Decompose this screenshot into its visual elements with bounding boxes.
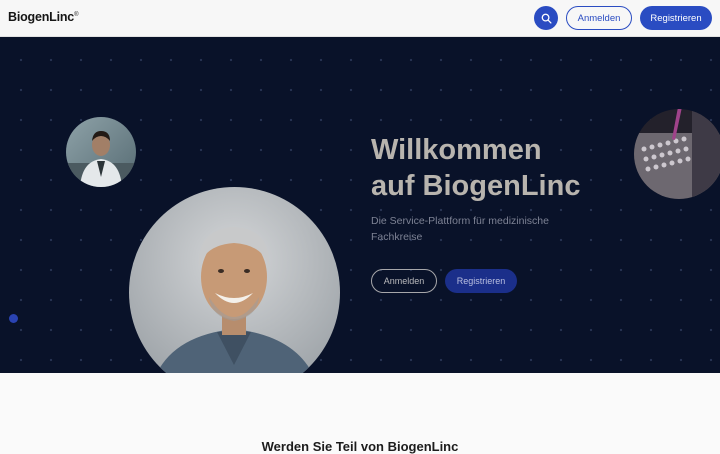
hero-subtitle: Die Service-Plattform für medizinische F… [371,215,549,243]
smiling-man-photo [129,187,340,373]
site-header: BiogenLinc® Anmelden Registrieren [0,0,720,37]
hero-title-line-2: auf BiogenLinc [371,170,581,202]
hero-register-button[interactable]: Registrieren [445,269,517,293]
hero-login-button[interactable]: Anmelden [371,269,437,293]
search-button[interactable] [534,6,558,30]
join-section-heading: Werden Sie Teil von BiogenLinc [261,439,459,454]
hero-title-line-1: Willkommen [371,134,542,166]
biogenlinc-logo[interactable]: BiogenLinc® [8,10,79,24]
hero-title: Willkommen auf BiogenLinc [371,132,671,204]
header-login-button[interactable]: Anmelden [566,6,632,30]
carousel-indicator-dot[interactable] [9,314,18,323]
doctor-photo [66,117,136,187]
hero-section: Willkommen auf BiogenLinc Die Service-Pl… [0,37,720,373]
header-register-button[interactable]: Registrieren [640,6,712,30]
logo-text: BiogenLinc [8,10,75,24]
logo-trademark: ® [74,11,79,18]
search-icon [541,13,552,24]
